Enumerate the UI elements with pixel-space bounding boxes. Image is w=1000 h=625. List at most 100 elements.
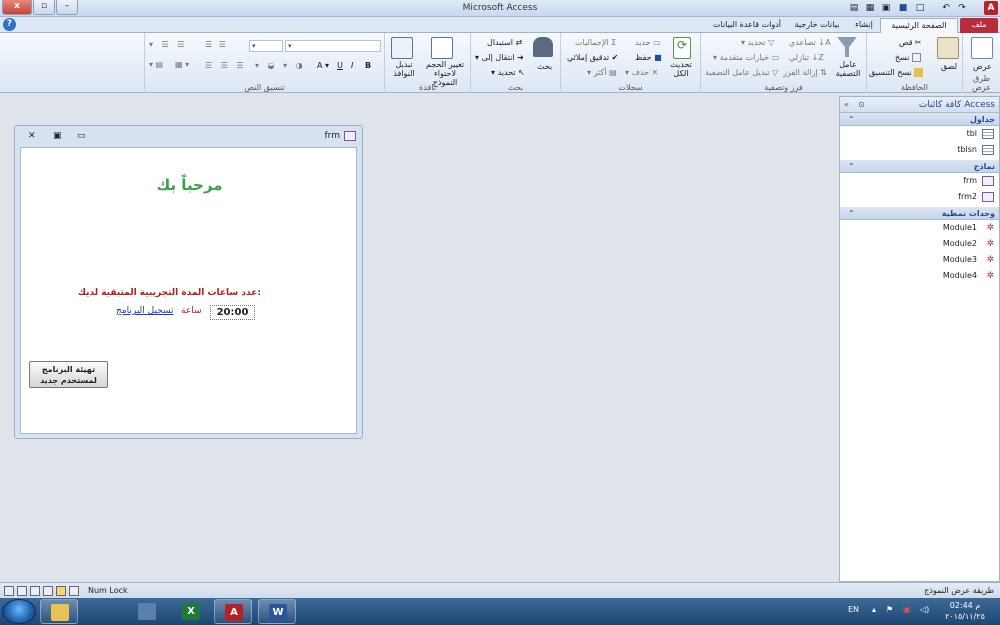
binoculars-icon[interactable] [533,37,553,57]
taskbar-excel[interactable]: X [172,599,210,624]
font-color-button[interactable]: A ▾ [317,61,329,70]
form-icon [982,176,994,186]
start-button[interactable] [2,599,36,624]
access-app-icon[interactable]: A [984,1,998,15]
advanced-filter-button[interactable]: ▾ خيارات متقدمة ▭ [713,53,779,62]
copy-button[interactable]: نسخ [895,53,921,62]
flag-icon[interactable]: ⚑ [886,605,893,614]
tab-file[interactable]: ملف [960,18,998,33]
paste-button[interactable]: لصق [941,62,957,71]
clock-date[interactable]: ٢٠١٥/١١/٢٥ [938,612,992,621]
redo-icon[interactable]: ↷ [956,2,968,14]
nav-item-module2[interactable]: Module2 ✲ [840,236,999,252]
volume-icon[interactable]: ◁) [920,605,929,614]
spelling-button[interactable]: تدقيق إملائي ✔ [567,53,618,62]
collapse-pane-icon[interactable]: « [844,97,849,113]
toggle-filter-button[interactable]: تبديل عامل التصفية ▽ [705,68,778,77]
cut-button[interactable]: قص ✂ [899,38,924,47]
nav-header[interactable]: « ⊙ كافة كائنات Access [840,97,999,113]
nav-group-forms[interactable]: ⌃ نماذج [840,160,999,173]
more-button[interactable]: ▾ أكثر ▤ [587,68,617,77]
nav-item-module4[interactable]: Module4 ✲ [840,268,999,284]
italic-button[interactable]: I [351,61,353,70]
open-icon[interactable]: ▣ [880,2,892,14]
nav-item-tbl[interactable]: tbl [840,126,999,142]
group-label: بحث [507,83,524,92]
sort-ascending-button[interactable]: تصاعدي ↓A [789,38,831,47]
selection-button[interactable]: ▾ تحديد ▽ [741,38,774,47]
sort-descending-button[interactable]: تنازلي ↓Z [789,53,824,62]
paste-icon[interactable] [937,37,959,59]
select-button[interactable]: ▾ تحديد ↖ [491,68,525,77]
pivot-view-icon[interactable] [43,586,53,596]
switch-windows-icon[interactable] [391,37,413,59]
taskbar-word[interactable]: W [258,599,296,624]
remaining-hours-value[interactable]: 20:00 [210,305,255,320]
align-buttons[interactable]: ☰ ☰ ☰ [205,61,247,70]
print-view-icon[interactable] [69,586,79,596]
remove-sort-button[interactable]: إزالة الفرز ⇅ [783,68,827,77]
language-indicator[interactable]: EN [848,605,859,614]
replace-button[interactable]: استبدال ⇄ [487,38,522,47]
form-view-icon[interactable] [56,586,66,596]
refresh-icon[interactable]: ⟳ [673,37,691,59]
print-icon[interactable]: ▤ [848,2,860,14]
view-icon[interactable] [971,37,993,59]
save-icon[interactable]: ■ [897,2,909,14]
gridlines-icon[interactable]: ▦ ▾ [175,60,189,69]
filter-button[interactable]: عامل التصفية [834,60,862,78]
datasheet-view-icon[interactable] [30,586,40,596]
preview-icon[interactable]: ▦ [864,2,876,14]
find-button[interactable]: بحث [537,62,552,71]
chevron-down-icon[interactable]: ⊙ [858,97,865,113]
refresh-all-button[interactable]: تحديث الكل [667,60,695,78]
format-painter-button[interactable]: نسخ التنسيق [869,68,923,77]
alternate-row-icon[interactable]: ▾ ▤ [149,60,163,69]
form-window[interactable]: ✕ ▣ ▭ frm مرحباً بك عدد ساعات المدة التج… [14,125,363,439]
tab-create[interactable]: إنشاء [848,18,880,33]
tab-home[interactable]: الصفحة الرئيسية [880,18,958,33]
indent-buttons[interactable]: ▾ ☰ ☰ [149,40,187,49]
form-restore-button[interactable]: ▣ [53,126,62,146]
highlight-buttons[interactable]: ▾ ◒ ▾ ◑ [255,61,306,70]
layout-view-icon[interactable] [17,586,27,596]
clock-time[interactable]: 02:44 م [945,601,985,610]
initialize-for-new-user-button[interactable]: تهيئة البرنامج لمستخدم جديد [29,361,108,388]
form-close-button[interactable]: ✕ [28,126,36,146]
nav-group-tables[interactable]: ⌃ جداول [840,113,999,126]
nav-item-frm[interactable]: frm [840,173,999,189]
font-name-combo[interactable]: ▾ [285,40,381,52]
help-icon[interactable]: ? [3,18,16,31]
font-size-combo[interactable]: ▾ [249,40,283,52]
design-view-icon[interactable] [4,586,14,596]
goto-button[interactable]: ▾ انتقال إلى ➜ [475,53,524,62]
nav-item-frm2[interactable]: frm2 [840,189,999,205]
status-bar: Num Lock طريقة عرض النموذج [0,582,1000,598]
nav-item-module1[interactable]: Module1 ✲ [840,220,999,236]
undo-icon[interactable]: ↶ [940,2,952,14]
register-program-link[interactable]: تسجيل البرنامج [116,306,174,316]
size-to-fit-icon[interactable] [431,37,453,59]
network-error-icon[interactable]: ▣ [903,605,911,614]
form-minimize-button[interactable]: ▭ [77,126,86,146]
tab-external-data[interactable]: بيانات خارجية [786,18,848,33]
underline-button[interactable]: U [337,61,343,70]
delete-record-button[interactable]: ▾ حذف ✕ [625,68,658,77]
view-button[interactable]: عرض [973,62,992,71]
filter-icon[interactable] [837,37,857,57]
nav-item-tblsn[interactable]: tblsn [840,142,999,158]
show-hidden-icons-icon[interactable]: ▴ [872,605,876,614]
list-buttons[interactable]: ☰ ☰ [205,40,228,49]
new-file-icon[interactable]: □ [914,2,926,14]
tab-database-tools[interactable]: أدوات قاعدة البيانات [708,18,786,33]
bold-button[interactable]: B [365,61,371,70]
taskbar-access[interactable]: A [214,599,252,624]
taskbar-explorer[interactable] [40,599,78,624]
nav-item-module3[interactable]: Module3 ✲ [840,252,999,268]
nav-group-modules[interactable]: ⌃ وحدات نمطية [840,207,999,220]
switch-windows-button[interactable]: تبديل النوافذ [387,60,421,78]
new-record-button[interactable]: جديد ▭ [635,38,661,47]
totals-button[interactable]: الإجماليات Σ [575,38,616,47]
taskbar-network[interactable] [128,599,166,624]
save-record-button[interactable]: حفظ ■ [635,53,662,62]
